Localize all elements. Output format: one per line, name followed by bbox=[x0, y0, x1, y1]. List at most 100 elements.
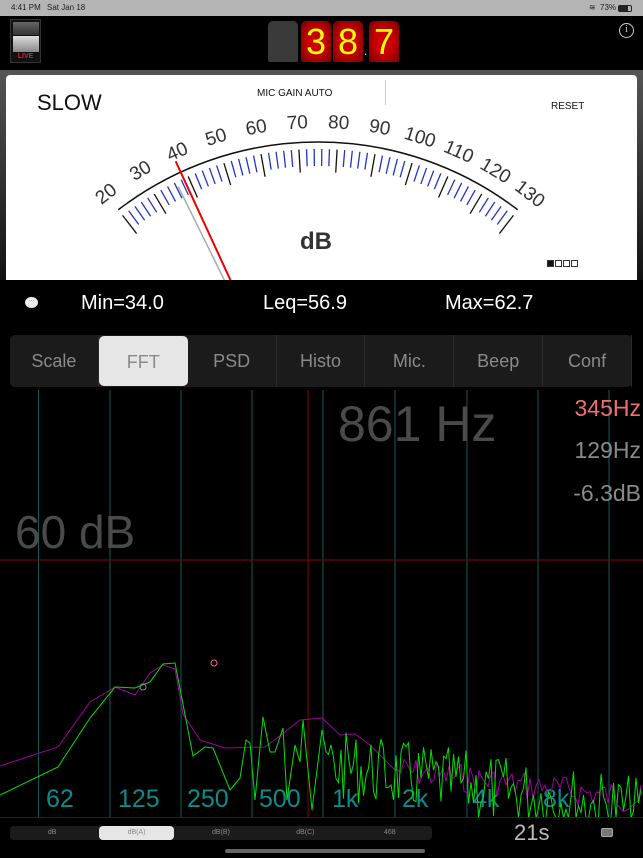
scale-tick bbox=[385, 157, 391, 174]
scale-label: 120 bbox=[476, 154, 514, 188]
meter-face: SLOW MIC GAIN AUTO RESET 20 30 40 50 60 70 80 9… bbox=[6, 75, 637, 280]
scale-tick bbox=[230, 160, 237, 178]
scale-label: 30 bbox=[126, 157, 155, 186]
scale-tick bbox=[237, 158, 244, 176]
digit-tens: 3 bbox=[301, 21, 331, 62]
tab-histo[interactable]: Histo bbox=[277, 335, 366, 387]
toggle-knob bbox=[13, 36, 39, 52]
scale-label: 20 bbox=[92, 180, 122, 210]
page-dot[interactable] bbox=[571, 260, 578, 267]
scale-tick bbox=[208, 167, 216, 185]
page-dot[interactable] bbox=[547, 260, 554, 267]
tab-fft[interactable]: FFT bbox=[98, 336, 188, 386]
tab-mic[interactable]: Mic. bbox=[365, 335, 455, 387]
weighting-dba[interactable]: dB(A) bbox=[99, 826, 174, 840]
scale-tick bbox=[283, 150, 287, 168]
scale-tick bbox=[433, 173, 442, 190]
scale-tick bbox=[484, 201, 496, 217]
scale-tick bbox=[223, 162, 232, 186]
info-icon[interactable]: i bbox=[619, 23, 634, 38]
scale-tick bbox=[140, 201, 152, 217]
scale-tick bbox=[446, 179, 456, 196]
page-indicator[interactable] bbox=[547, 254, 579, 272]
scale-label: 130 bbox=[511, 176, 549, 212]
scale-tick bbox=[275, 151, 279, 169]
cursor-frequency: 861 Hz bbox=[338, 396, 497, 452]
scale-label: 80 bbox=[327, 112, 349, 134]
fft-resolution: 129Hz bbox=[574, 437, 641, 463]
meter-panel: SLOW MIC GAIN AUTO RESET 20 30 40 50 60 70 80 9… bbox=[0, 70, 643, 280]
scale-tick bbox=[290, 150, 294, 168]
scale-tick bbox=[147, 197, 158, 213]
scale-tick bbox=[378, 155, 384, 173]
frequency-label: 1k bbox=[332, 785, 359, 813]
scale-tick bbox=[166, 186, 177, 202]
scale-tick bbox=[466, 189, 476, 206]
scale-tick bbox=[357, 151, 361, 169]
chat-bubble-icon[interactable]: ··· bbox=[25, 297, 38, 308]
weighting-468[interactable]: 468 bbox=[348, 826, 432, 840]
slow-needle bbox=[177, 186, 226, 280]
wifi-icon: ≋ bbox=[589, 3, 596, 12]
gain-value: -6.3dB bbox=[573, 480, 641, 506]
scale-tick bbox=[490, 205, 502, 221]
scale-tick bbox=[305, 149, 308, 167]
scale-tick bbox=[437, 176, 449, 198]
weighting-selector: dB dB(A) dB(B) dB(C) 468 bbox=[10, 826, 432, 840]
battery-percent: 73% bbox=[600, 3, 617, 12]
scale-tick bbox=[335, 149, 338, 173]
peak-marker-circle bbox=[210, 659, 218, 667]
digit-blank bbox=[268, 21, 298, 62]
scale-label: 50 bbox=[203, 125, 229, 151]
scale-tick bbox=[496, 210, 508, 225]
scale-tick bbox=[267, 152, 272, 170]
digit-tenths: 7 bbox=[369, 21, 399, 62]
weighting-dbb[interactable]: dB(B) bbox=[179, 826, 263, 840]
battery-icon bbox=[618, 5, 632, 12]
scale-tick bbox=[260, 153, 266, 177]
scale-tick bbox=[128, 210, 140, 225]
scale-tick bbox=[364, 152, 369, 170]
scale-label: 90 bbox=[367, 116, 392, 140]
tab-scale[interactable]: Scale bbox=[10, 335, 99, 387]
leq-value: Leq=56.9 bbox=[263, 292, 347, 314]
decimal-point: . bbox=[364, 44, 368, 58]
toggle-top bbox=[13, 22, 39, 35]
scale-tick bbox=[252, 155, 258, 173]
tab-psd[interactable]: PSD bbox=[188, 335, 277, 387]
live-label: LIVE bbox=[17, 53, 34, 60]
frequency-label: 2k bbox=[402, 785, 429, 813]
scale-tick bbox=[453, 182, 463, 199]
scale-label: 100 bbox=[402, 123, 438, 152]
elapsed-time: 21s bbox=[514, 820, 550, 842]
scale-tick bbox=[328, 149, 331, 167]
scale-tick bbox=[160, 189, 170, 206]
max-value: Max=62.7 bbox=[445, 292, 534, 314]
tab-conf[interactable]: Conf bbox=[543, 335, 632, 387]
scale-label: 70 bbox=[286, 112, 308, 134]
scale-tick bbox=[459, 186, 470, 202]
scale-tick bbox=[404, 162, 413, 186]
scale-tick bbox=[245, 157, 251, 174]
scale-tick bbox=[478, 197, 489, 213]
scale-tick bbox=[349, 150, 353, 168]
frequency-label: 250 bbox=[187, 785, 229, 813]
min-value: Min=34.0 bbox=[81, 292, 164, 314]
weighting-db[interactable]: dB bbox=[10, 826, 94, 840]
camera-icon[interactable] bbox=[601, 828, 613, 837]
tab-beep[interactable]: Beep bbox=[454, 335, 544, 387]
status-time: 4:41 PM bbox=[11, 3, 41, 12]
page-dot[interactable] bbox=[563, 260, 570, 267]
home-indicator[interactable] bbox=[225, 849, 425, 853]
scale-tick bbox=[201, 170, 209, 187]
scale-tick bbox=[399, 160, 406, 178]
scale-label: 110 bbox=[440, 136, 476, 167]
scale-label: 60 bbox=[244, 116, 269, 140]
fft-chart[interactable]: 62 125 250 500 1k 2k 4k 8k bbox=[0, 390, 643, 818]
status-bar: 4:41 PM Sat Jan 18 ≋ 73% bbox=[0, 0, 643, 16]
scale-tick bbox=[342, 150, 346, 168]
page-dot[interactable] bbox=[555, 260, 562, 267]
weighting-dbc[interactable]: dB(C) bbox=[263, 826, 347, 840]
live-toggle[interactable]: LIVE bbox=[10, 19, 41, 63]
tab-bar: Scale FFT PSD Histo Mic. Beep Conf bbox=[10, 335, 632, 387]
